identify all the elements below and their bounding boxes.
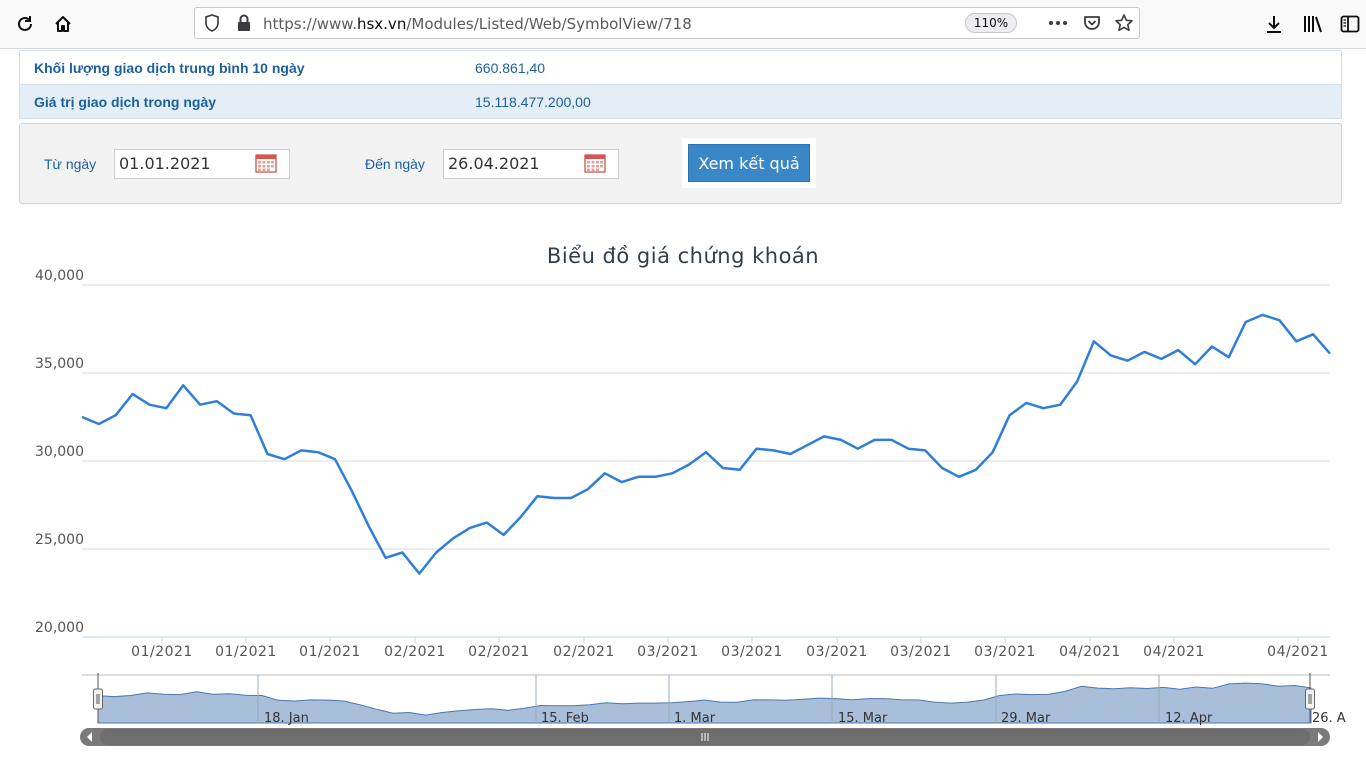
submit-button-frame: Xem kết quả [682, 138, 816, 188]
navigator-label: 15. Mar [838, 711, 888, 726]
y-tick-label: 25,000 [35, 532, 84, 548]
pocket-icon[interactable] [1081, 12, 1103, 34]
x-tick-label: 03/2021 [721, 644, 783, 660]
info-label: Khối lượng giao dịch trung bình 10 ngày [34, 60, 305, 76]
y-tick-label: 30,000 [35, 444, 84, 460]
x-tick-label: 03/2021 [974, 644, 1036, 660]
x-tick-label: 01/2021 [299, 644, 361, 660]
navigator-label: 1. Mar [674, 711, 716, 726]
price-chart: Biểu đồ giá chứng khoán 20,000 25,000 30,0… [0, 230, 1366, 768]
lock-icon[interactable] [233, 12, 255, 34]
calendar-icon[interactable] [255, 154, 277, 173]
y-tick-label: 35,000 [35, 356, 84, 372]
info-value: 15.118.477.200,00 [475, 94, 591, 110]
info-row: Khối lượng giao dịch trung bình 10 ngày … [20, 51, 1341, 85]
price-line-series [81, 313, 1331, 575]
navigator-label: 18. Jan [264, 711, 309, 726]
url-domain: hsx.vn [356, 15, 407, 33]
calendar-icon[interactable] [584, 154, 606, 173]
x-tick-label: 04/2021 [1059, 644, 1121, 660]
x-tick-label: 02/2021 [553, 644, 615, 660]
x-tick-label: 04/2021 [1267, 644, 1329, 660]
reload-icon[interactable] [11, 10, 39, 38]
info-value: 660.861,40 [475, 60, 546, 76]
y-tick-label: 40,000 [35, 268, 84, 284]
x-tick-label: 03/2021 [637, 644, 699, 660]
stock-info-table: Khối lượng giao dịch trung bình 10 ngày … [19, 50, 1342, 119]
library-icon[interactable] [1299, 10, 1327, 38]
x-tick-label: 04/2021 [1143, 644, 1205, 660]
url-text[interactable]: https://www.hsx.vn/Modules/Listed/Web/Sy… [263, 15, 692, 33]
to-date-value: 26.04.2021 [448, 154, 540, 173]
url-path: /Modules/Listed/Web/SymbolView/718 [406, 15, 692, 33]
navigator-handle[interactable] [93, 688, 103, 710]
more-actions-icon[interactable] [1047, 12, 1069, 34]
zoom-level-badge[interactable]: 110% [965, 13, 1017, 33]
bookmark-star-icon[interactable] [1113, 12, 1135, 34]
home-icon[interactable] [49, 10, 77, 38]
sidebar-icon[interactable] [1336, 10, 1364, 38]
info-row: Giá trị giao dịch trong ngày 15.118.477.… [20, 85, 1341, 118]
x-tick-label: 02/2021 [468, 644, 530, 660]
x-tick-label: 03/2021 [890, 644, 952, 660]
to-date-input[interactable]: 26.04.2021 [443, 149, 619, 179]
x-tick-label: 03/2021 [806, 644, 868, 660]
date-filter-panel: Từ ngày 01.01.2021 Đến ngày 26.04.2021 X… [19, 123, 1342, 204]
to-date-label: Đến ngày [365, 156, 425, 172]
y-tick-label: 20,000 [35, 620, 84, 636]
browser-toolbar: https://www.hsx.vn/Modules/Listed/Web/Sy… [0, 0, 1366, 49]
view-results-button[interactable]: Xem kết quả [688, 144, 810, 182]
url-prefix: https://www. [263, 15, 357, 33]
navigator-handle[interactable] [1305, 688, 1315, 710]
download-icon[interactable] [1260, 10, 1288, 38]
url-bar[interactable]: https://www.hsx.vn/Modules/Listed/Web/Sy… [194, 7, 1140, 39]
from-date-value: 01.01.2021 [119, 154, 211, 173]
navigator-label: 29. Mar [1001, 711, 1051, 726]
info-label: Giá trị giao dịch trong ngày [34, 94, 217, 110]
x-tick-label: 01/2021 [131, 644, 193, 660]
x-tick-label: 02/2021 [384, 644, 446, 660]
from-date-label: Từ ngày [44, 156, 97, 172]
navigator-label: 15. Feb [541, 711, 589, 726]
chart-svg: 20,000 25,000 30,000 35,000 40,000 01/2021 01/… [35, 268, 1346, 746]
x-tick-label: 01/2021 [215, 644, 277, 660]
navigator-label: 12. Apr [1165, 711, 1213, 726]
shield-icon[interactable] [201, 12, 223, 34]
navigator-label: 26. A [1312, 711, 1346, 726]
from-date-input[interactable]: 01.01.2021 [114, 149, 290, 179]
